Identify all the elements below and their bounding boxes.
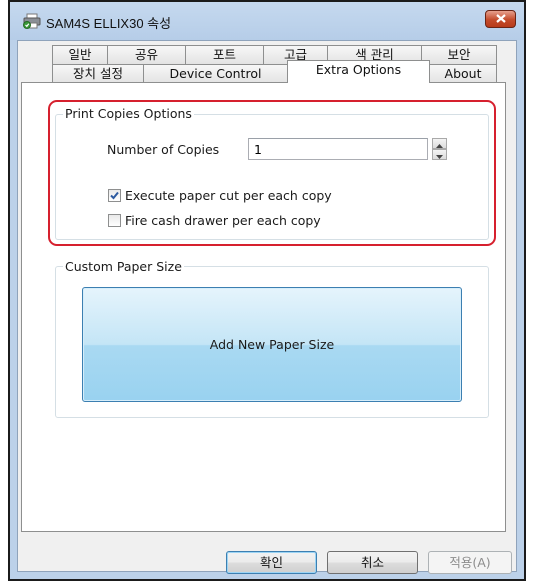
add-new-paper-size-label: Add New Paper Size — [209, 337, 335, 352]
cash-drawer-checkbox[interactable] — [108, 214, 121, 227]
custom-paper-size-group-label: Custom Paper Size — [63, 259, 184, 274]
tab-security[interactable]: 보안 — [421, 45, 497, 64]
paper-cut-checkbox[interactable] — [108, 189, 121, 202]
copies-spinner[interactable] — [432, 138, 447, 160]
tab-general[interactable]: 일반 — [52, 45, 108, 64]
close-button[interactable] — [485, 10, 516, 28]
print-copies-group-label: Print Copies Options — [63, 106, 194, 121]
cash-drawer-label[interactable]: Fire cash drawer per each copy — [125, 213, 321, 228]
tab-device-settings[interactable]: 장치 설정 — [52, 64, 144, 83]
title-bar[interactable]: SAM4S ELLIX30 속성 — [10, 2, 524, 40]
ok-button[interactable]: 확인 — [226, 551, 317, 574]
printer-icon — [23, 13, 41, 29]
number-of-copies-input[interactable] — [248, 138, 428, 160]
arrow-down-icon — [436, 148, 443, 162]
tab-device-control[interactable]: Device Control — [143, 64, 288, 83]
tab-extra-options[interactable]: Extra Options — [287, 60, 430, 83]
close-icon — [495, 12, 506, 26]
apply-button[interactable]: 적용(A) — [428, 551, 512, 574]
spin-down-button[interactable] — [432, 149, 447, 160]
tab-about[interactable]: About — [429, 64, 497, 83]
tab-sharing[interactable]: 공유 — [107, 45, 186, 64]
cancel-button[interactable]: 취소 — [327, 551, 418, 574]
tab-ports[interactable]: 포트 — [185, 45, 264, 64]
number-of-copies-label: Number of Copies — [107, 142, 220, 157]
paper-cut-label[interactable]: Execute paper cut per each copy — [125, 188, 332, 203]
add-new-paper-size-button[interactable]: Add New Paper Size — [82, 287, 462, 402]
window-title: SAM4S ELLIX30 속성 — [46, 16, 172, 31]
